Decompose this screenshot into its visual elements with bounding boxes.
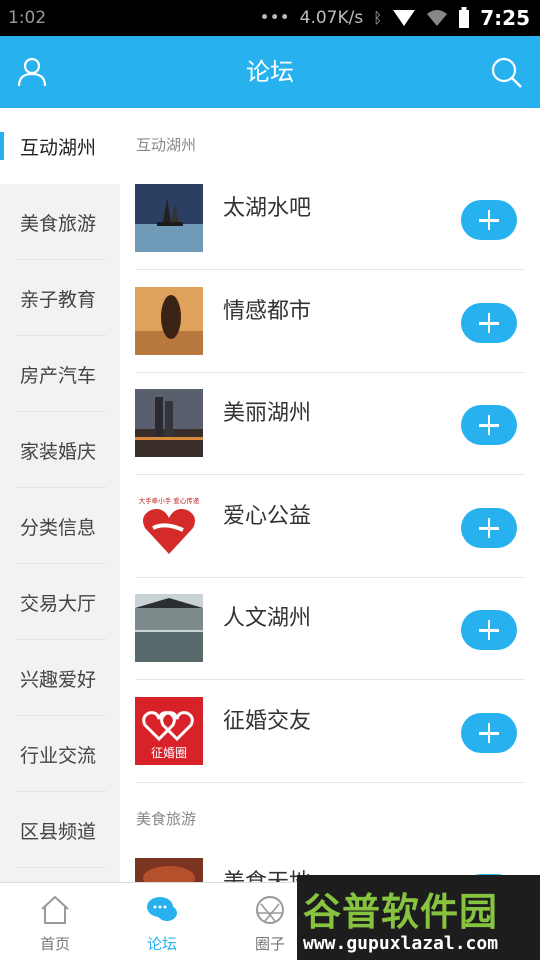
- sidebar-item-xingqu-aihao[interactable]: 兴趣爱好: [0, 640, 106, 716]
- circle-icon: [256, 896, 284, 924]
- watermark-url: www.gupuxlazal.com: [303, 933, 499, 954]
- row-divider: [135, 474, 525, 475]
- tab-label: 论坛: [146, 935, 177, 953]
- status-right: ••• 4.07K/s ᛒ 7:25: [260, 6, 530, 30]
- forum-row[interactable]: 美丽湖州: [135, 389, 525, 491]
- add-forum-button[interactable]: [461, 303, 517, 343]
- sidebar-item-fenlei-xinxi[interactable]: 分类信息: [0, 488, 106, 564]
- forum-name: 征婚交友: [223, 709, 312, 734]
- forum-thumbnail-charity: 大手牵小手 爱心传递: [135, 492, 203, 560]
- add-forum-button[interactable]: [461, 610, 517, 650]
- sidebar-item-label: 行业交流: [20, 744, 97, 767]
- sidebar-item-label: 兴趣爱好: [20, 668, 97, 691]
- forum-row[interactable]: 太湖水吧: [135, 184, 525, 286]
- sidebar-item-hudong-huzhou[interactable]: 互动湖州: [0, 108, 120, 184]
- clock: 7:25: [480, 6, 530, 30]
- sidebar-item-label: 区县频道: [20, 820, 97, 843]
- sidebar-item-label: 房产汽车: [20, 364, 97, 387]
- forum-thumbnail-couple: [135, 287, 203, 355]
- forum-row[interactable]: 情感都市: [135, 287, 525, 389]
- page-title: 论坛: [246, 58, 294, 86]
- section-title: 美食旅游: [136, 810, 197, 828]
- row-divider: [135, 372, 525, 373]
- forum-name: 情感都市: [223, 299, 312, 324]
- forum-row[interactable]: 人文湖州: [135, 594, 525, 696]
- forum-thumbnail-watertown: [135, 594, 203, 662]
- wifi-icon: [427, 10, 448, 26]
- tab-forum[interactable]: 论坛: [107, 883, 217, 961]
- sidebar-item-fangchan-qiche[interactable]: 房产汽车: [0, 336, 106, 412]
- network-speed: 4.07K/s: [299, 8, 364, 28]
- more-dots-icon: •••: [259, 8, 290, 28]
- signal-icon: [393, 10, 416, 26]
- charity-caption: 大手牵小手 爱心传递: [139, 496, 200, 505]
- watermark-title: 谷普软件园: [303, 890, 499, 934]
- forum-thumbnail-lake: [135, 184, 203, 252]
- sidebar-item-label: 家装婚庆: [20, 440, 97, 463]
- row-divider: [135, 679, 525, 680]
- add-forum-button[interactable]: [461, 200, 517, 240]
- add-forum-button[interactable]: [461, 713, 517, 753]
- row-divider: [135, 782, 525, 783]
- home-icon: [41, 895, 69, 924]
- forum-name: 人文湖州: [223, 606, 312, 631]
- search-icon[interactable]: [488, 54, 524, 90]
- sidebar-item-label: 分类信息: [20, 516, 97, 539]
- tab-label: 首页: [39, 935, 70, 953]
- sidebar-item-label: 亲子教育: [20, 288, 97, 311]
- sidebar-item-qinzi-jiaoyu[interactable]: 亲子教育: [0, 260, 106, 336]
- section-title: 互动湖州: [136, 136, 197, 154]
- forum-name: 太湖水吧: [223, 196, 312, 221]
- add-forum-button[interactable]: [461, 405, 517, 445]
- tab-home[interactable]: 首页: [0, 883, 110, 961]
- marriage-caption: 征婚圈: [151, 746, 187, 760]
- active-indicator: [0, 132, 4, 160]
- forum-thumbnail-city: [135, 389, 203, 457]
- forum-row[interactable]: 征婚圈 征婚交友: [135, 697, 525, 799]
- sidebar-item-meishi-lvyou[interactable]: 美食旅游: [0, 184, 106, 260]
- sidebar-item-jiazhuang-hunqing[interactable]: 家装婚庆: [0, 412, 106, 488]
- sidebar-item-label: 互动湖州: [20, 136, 97, 159]
- sidebar-item-label: 交易大厅: [20, 592, 97, 615]
- sidebar-item-jiaoyi-dating[interactable]: 交易大厅: [0, 564, 106, 640]
- category-sidebar: 互动湖州 美食旅游 亲子教育 房产汽车 家装婚庆 分类信息 交易大厅 兴趣爱好 …: [0, 108, 120, 882]
- watermark: 谷普软件园 www.gupuxlazal.com: [297, 875, 540, 960]
- row-divider: [135, 269, 525, 270]
- app-header: 论坛: [0, 36, 540, 108]
- forum-thumbnail-marriage: 征婚圈: [135, 697, 203, 765]
- status-bar: 1:02 ••• 4.07K/s ᛒ 7:25: [0, 0, 540, 36]
- chat-icon: [147, 897, 177, 921]
- sidebar-item-hangye-jiaoliu[interactable]: 行业交流: [0, 716, 106, 792]
- sidebar-item-quxian-pindao[interactable]: 区县频道: [0, 792, 106, 868]
- status-left-time: 1:02: [8, 8, 47, 28]
- forum-name: 爱心公益: [223, 504, 312, 529]
- forum-list: 互动湖州 太湖水吧 情感都市 美丽湖州 大手牵小手 爱心传递 爱心公益 人文湖州…: [120, 108, 540, 882]
- forum-thumbnail-food: [135, 858, 203, 882]
- add-forum-button[interactable]: [461, 508, 517, 548]
- battery-icon: [459, 7, 470, 28]
- bluetooth-icon: ᛒ: [373, 9, 383, 27]
- forum-name: 美丽湖州: [223, 401, 312, 426]
- sidebar-item-label: 美食旅游: [20, 212, 97, 235]
- forum-row[interactable]: 大手牵小手 爱心传递 爱心公益: [135, 492, 525, 594]
- row-divider: [135, 577, 525, 578]
